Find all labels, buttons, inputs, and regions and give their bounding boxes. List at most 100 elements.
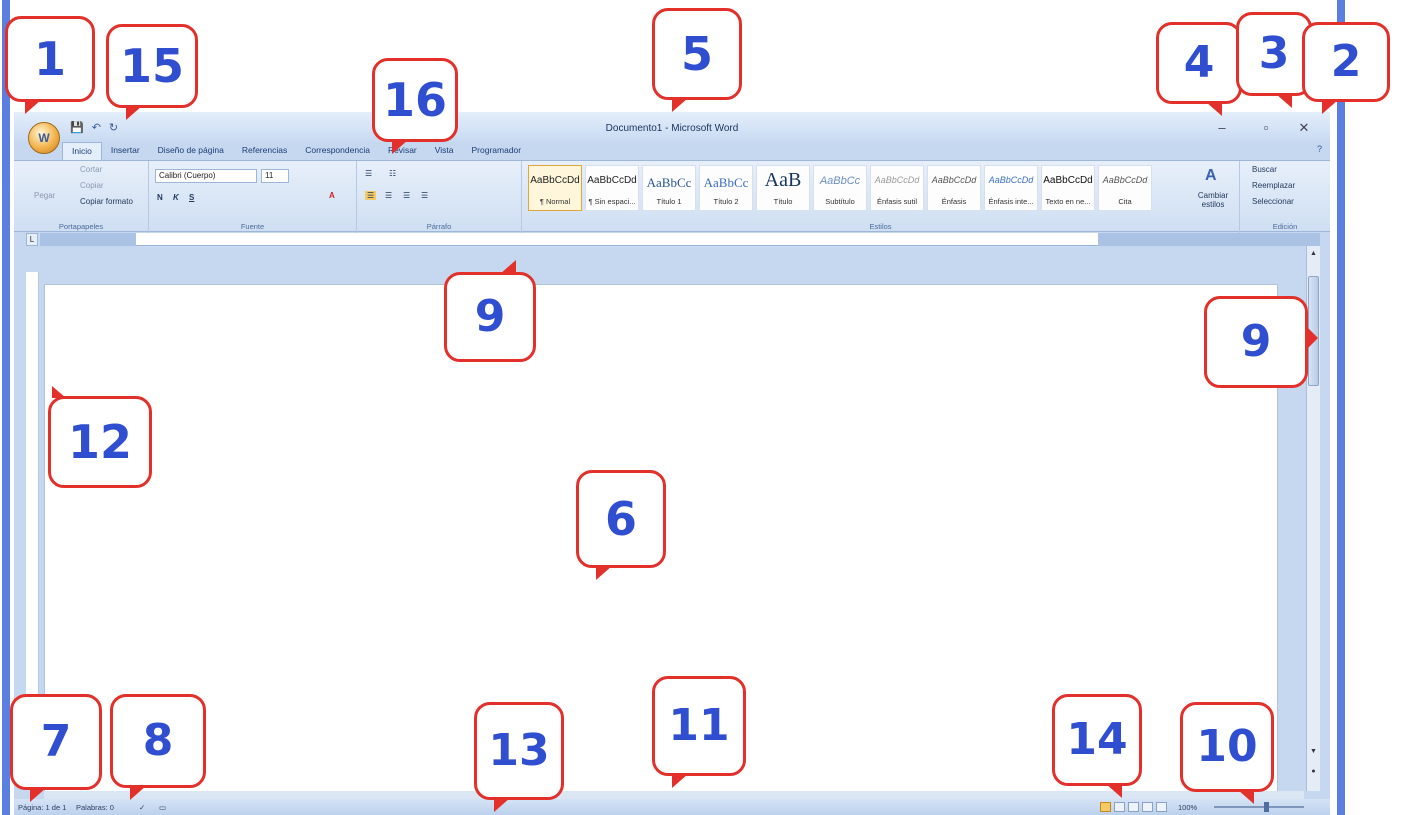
tab-insertar[interactable]: Insertar	[102, 142, 149, 160]
style-preview: AaBbCcDd	[530, 175, 580, 186]
callout-tail	[1106, 784, 1122, 798]
style-item[interactable]: AaBbCcDd Énfasis inte...	[984, 165, 1038, 211]
style-preview: AaBbCcDd	[1102, 175, 1148, 185]
cut-button[interactable]: Cortar	[80, 165, 102, 174]
callout-tail	[596, 566, 612, 580]
style-item[interactable]: AaBbCc Título 2	[699, 165, 753, 211]
callout-tail	[494, 798, 510, 812]
group-fuente: Calibri (Cuerpo) 11 N K S A Fuente	[149, 161, 357, 233]
callout-number: 5	[680, 27, 713, 81]
callout-tail	[1276, 94, 1292, 108]
minimize-button[interactable]: –	[1212, 120, 1232, 135]
style-item[interactable]: AaBbCcDd Texto en ne...	[1041, 165, 1095, 211]
style-name: Título 1	[656, 197, 682, 206]
callout-tail	[1206, 102, 1222, 116]
word-count[interactable]: Palabras: 0	[76, 803, 114, 812]
group-label-parrafo: Párrafo	[426, 222, 452, 231]
browse-object-icon[interactable]: ●	[1308, 766, 1319, 777]
macro-icon[interactable]: ▭	[159, 803, 166, 812]
callout-number: 8	[142, 715, 174, 766]
callout-number: 9	[1240, 316, 1272, 367]
scroll-down-icon[interactable]: ▼	[1308, 746, 1319, 757]
ribbon-tabs: Inicio Insertar Diseño de página Referen…	[62, 142, 530, 160]
replace-button[interactable]: Reemplazar	[1252, 181, 1295, 190]
style-preview: AaBbCcDd	[988, 175, 1034, 185]
zoom-slider-knob[interactable]	[1264, 802, 1269, 812]
style-item[interactable]: AaB Título	[756, 165, 810, 211]
callout-tail	[126, 106, 142, 120]
tab-programador[interactable]: Programador	[463, 142, 531, 160]
style-name: ¶ Sin espaci...	[588, 197, 636, 206]
bullets-icon[interactable]: ☰	[365, 169, 372, 178]
full-screen-view-button[interactable]	[1114, 802, 1125, 812]
tab-selector[interactable]: L	[26, 233, 38, 246]
style-item[interactable]: AaBbCcDd ¶ Normal	[528, 165, 582, 211]
ruler-left-margin	[40, 233, 136, 246]
callout-4: 4	[1156, 22, 1242, 104]
status-bar: Página: 1 de 1 Palabras: 0 ✓ ▭ 100%	[14, 799, 1330, 815]
tab-inicio[interactable]: Inicio	[62, 142, 102, 160]
font-color-icon[interactable]: A	[329, 191, 335, 200]
callout-number: 14	[1066, 714, 1128, 765]
select-button[interactable]: Seleccionar	[1252, 197, 1294, 206]
tab-diseno-pagina[interactable]: Diseño de página	[149, 142, 233, 160]
close-button[interactable]: ✕	[1294, 120, 1314, 136]
numbering-icon[interactable]: ☷	[389, 169, 396, 178]
outline-view-button[interactable]	[1142, 802, 1153, 812]
align-right-icon[interactable]: ☰	[403, 191, 410, 200]
tab-correspondencia[interactable]: Correspondencia	[296, 142, 379, 160]
style-preview: AaBbCc	[819, 175, 861, 187]
group-label-fuente: Fuente	[240, 222, 265, 231]
scroll-up-icon[interactable]: ▲	[1308, 248, 1319, 259]
paste-button[interactable]: Pegar	[34, 191, 55, 200]
print-layout-view-button[interactable]	[1100, 802, 1111, 812]
align-left-icon[interactable]: ☰	[365, 191, 377, 200]
style-item[interactable]: AaBbCcDd Cita	[1098, 165, 1152, 211]
bold-button[interactable]: N	[157, 193, 163, 202]
frame-right	[1337, 0, 1345, 815]
zoom-slider[interactable]	[1214, 806, 1304, 808]
horizontal-ruler[interactable]	[40, 233, 1320, 246]
underline-button[interactable]: S	[189, 193, 194, 202]
callout-number: 4	[1183, 37, 1215, 88]
draft-view-button[interactable]	[1156, 802, 1167, 812]
style-item[interactable]: AaBbCc Subtítulo	[813, 165, 867, 211]
tab-referencias[interactable]: Referencias	[233, 142, 296, 160]
web-layout-view-button[interactable]	[1128, 802, 1139, 812]
font-size-select[interactable]: 11	[261, 169, 289, 183]
style-item[interactable]: AaBbCc Título 1	[642, 165, 696, 211]
justify-icon[interactable]: ☰	[421, 191, 428, 200]
callout-number: 13	[488, 725, 550, 776]
frame-left	[2, 0, 10, 815]
align-center-icon[interactable]: ☰	[385, 191, 392, 200]
style-name: Énfasis	[941, 197, 967, 206]
change-styles-button[interactable]: Cambiar estilos	[1190, 191, 1236, 209]
restore-button[interactable]: ▫	[1256, 120, 1276, 135]
change-styles-icon: A	[1205, 167, 1217, 184]
callout-14: 11	[652, 676, 746, 776]
zoom-level[interactable]: 100%	[1178, 803, 1197, 812]
style-name: Énfasis sutil	[876, 197, 918, 206]
document-title: Documento1 - Microsoft Word	[605, 123, 739, 134]
italic-button[interactable]: K	[173, 193, 179, 202]
callout-2: 16	[372, 58, 458, 142]
group-label-estilos: Estilos	[869, 222, 892, 231]
style-item[interactable]: AaBbCcDd Énfasis	[927, 165, 981, 211]
format-painter-button[interactable]: Copiar formato	[80, 197, 133, 206]
proofing-icon[interactable]: ✓	[139, 803, 145, 812]
help-icon[interactable]: ?	[1317, 144, 1322, 154]
copy-button[interactable]: Copiar	[80, 181, 104, 190]
style-item[interactable]: AaBbCcDd Énfasis sutil	[870, 165, 924, 211]
callout-7: 9	[444, 272, 536, 362]
find-button[interactable]: Buscar	[1252, 165, 1277, 174]
ribbon: Pegar Cortar Copiar Copiar formato Porta…	[14, 160, 1330, 233]
callout-number: 15	[119, 39, 184, 93]
stage: { "window": { "title": "Documento1 - Mic…	[0, 0, 1404, 815]
page-count[interactable]: Página: 1 de 1	[18, 803, 66, 812]
style-preview: AaBbCc	[703, 175, 749, 190]
callout-number: 7	[40, 716, 72, 767]
style-item[interactable]: AaBbCcDd ¶ Sin espaci...	[585, 165, 639, 211]
callout-tail	[1238, 790, 1254, 804]
font-name-select[interactable]: Calibri (Cuerpo)	[155, 169, 257, 183]
tab-vista[interactable]: Vista	[426, 142, 463, 160]
